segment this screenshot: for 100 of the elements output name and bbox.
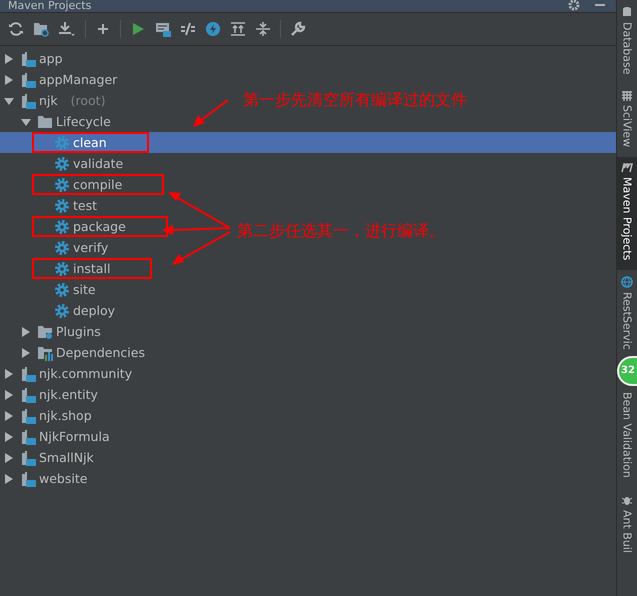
tree-row[interactable]: install [0, 258, 152, 279]
gear-icon [54, 240, 70, 256]
tree-row[interactable]: njk.entity [0, 384, 106, 405]
gear-icon [54, 302, 70, 318]
grid-icon [622, 90, 632, 100]
side-tab[interactable]: Ant Buil [617, 488, 637, 553]
annotation-text: 第二步任选其一，进行编译。 [237, 221, 445, 242]
maven-module-icon [20, 470, 36, 486]
database-icon [622, 6, 632, 18]
count-badge: 32 [617, 356, 637, 386]
letter-m-icon [621, 162, 633, 173]
tree-item-label: njk [39, 93, 58, 108]
collapsed-arrow-icon[interactable] [4, 74, 14, 84]
annotation-text: 第一步先清空所有编译过的文件 [243, 90, 467, 111]
gear-icon [54, 260, 70, 276]
offline-toggle-icon[interactable] [180, 21, 196, 37]
run-icon[interactable] [130, 21, 146, 37]
settings-icon[interactable] [568, 0, 580, 11]
maven-module-icon [20, 92, 36, 108]
tree-item-label: compile [73, 177, 122, 192]
folder-sync-icon[interactable] [33, 21, 49, 37]
tree-row[interactable]: Plugins [0, 321, 109, 342]
gear-icon [54, 176, 70, 192]
collapsed-arrow-icon[interactable] [21, 348, 31, 358]
collapsed-arrow-icon[interactable] [4, 432, 14, 442]
gear-icon [54, 282, 70, 298]
tree-row[interactable]: appManager [0, 69, 126, 90]
tree-row[interactable]: njk.shop [0, 405, 100, 426]
tree-row[interactable]: package [0, 216, 168, 237]
tree-item-label: njk.shop [39, 408, 92, 423]
gear-icon [54, 134, 70, 150]
tree-row[interactable]: validate [0, 153, 132, 174]
folder-icon [37, 114, 53, 130]
gear-icon [54, 156, 70, 172]
tree-row[interactable]: SmallNjk [0, 447, 102, 468]
tree-row[interactable]: test [0, 195, 106, 216]
tree-row[interactable]: deploy [0, 300, 124, 321]
collapsed-arrow-icon[interactable] [4, 452, 14, 462]
collapsed-arrow-icon[interactable] [4, 410, 14, 420]
maven-module-icon [20, 408, 36, 424]
collapsed-arrow-icon[interactable] [4, 368, 14, 378]
tree-item-label: validate [73, 156, 124, 171]
maven-module-icon [20, 450, 36, 466]
collapse-all-icon[interactable] [255, 21, 271, 37]
maven-module-icon [20, 72, 36, 88]
tree-row[interactable]: website [0, 468, 96, 489]
side-tab[interactable]: Database [617, 0, 637, 84]
tree-row[interactable]: site [0, 279, 104, 300]
tree-item-label: install [73, 261, 110, 276]
tree-row[interactable]: Dependencies [0, 342, 153, 363]
tree-row[interactable]: Lifecycle [0, 111, 119, 132]
tree-row[interactable]: app [0, 48, 71, 69]
collapsed-arrow-icon[interactable] [4, 474, 14, 484]
folder-gear-icon [37, 324, 53, 340]
globe-icon [621, 276, 633, 288]
collapsed-arrow-icon[interactable] [4, 54, 14, 64]
tree-row[interactable]: njk (root) [0, 90, 106, 111]
tree-item-label: NjkFormula [39, 429, 110, 444]
tree-item-label: website [39, 471, 88, 486]
side-tab[interactable]: Bean Validation [617, 386, 637, 488]
tree-item-label: clean [73, 135, 107, 150]
tree-item-label: test [73, 198, 98, 213]
tree-item-label: SmallNjk [39, 450, 94, 465]
tree-row[interactable]: compile [0, 174, 164, 195]
tree-item-label: app [39, 51, 63, 66]
run-config-icon[interactable] [155, 21, 171, 37]
download-icon[interactable] [58, 21, 76, 37]
lightning-icon[interactable] [205, 21, 221, 37]
panel-title: Maven Projects [8, 0, 92, 12]
side-tab[interactable]: Maven Projects [617, 156, 637, 270]
tree-item-label: site [73, 282, 96, 297]
expand-all-icon[interactable] [230, 21, 246, 37]
expanded-arrow-icon[interactable] [4, 96, 14, 106]
maven-module-icon [20, 50, 36, 66]
tree-row[interactable]: verify [0, 237, 116, 258]
tree-item-label: appManager [39, 72, 118, 87]
tree-row[interactable]: njk.community [0, 363, 140, 384]
tree-row[interactable]: NjkFormula [0, 426, 118, 447]
folder-chart-icon [37, 344, 53, 360]
side-tab[interactable]: SciView [617, 84, 637, 157]
tree-item-label: deploy [73, 303, 116, 318]
tree-row[interactable]: clean [0, 132, 616, 153]
tree-item-label: Dependencies [56, 345, 145, 360]
maven-module-icon [20, 366, 36, 382]
expanded-arrow-icon[interactable] [21, 116, 31, 126]
tree-item-label: njk.entity [39, 387, 98, 402]
maven-module-icon [20, 428, 36, 444]
tree-item-label: Plugins [56, 324, 101, 339]
gear-icon [54, 218, 70, 234]
plus-icon[interactable] [95, 21, 111, 37]
wrench-icon[interactable] [290, 21, 306, 37]
tree-item-label: package [73, 219, 126, 234]
gear-icon [54, 198, 70, 214]
tree-item-label: Lifecycle [56, 114, 111, 129]
collapsed-arrow-icon[interactable] [21, 326, 31, 336]
annotation-arrow [193, 99, 229, 127]
root-tag: (root) [70, 93, 106, 108]
maven-module-icon [20, 386, 36, 402]
collapsed-arrow-icon[interactable] [4, 390, 14, 400]
refresh-icon[interactable] [8, 21, 24, 37]
